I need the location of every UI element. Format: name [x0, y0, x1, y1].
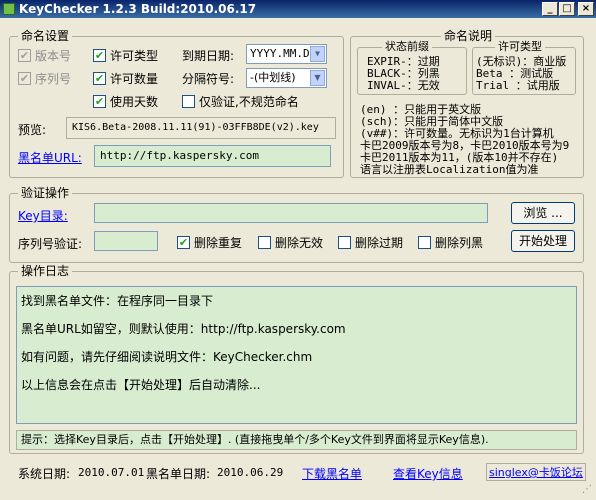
- expiry-format-value: YYYY.MM.DD: [250, 47, 317, 60]
- log-line: 黑名单URL如留空，则默认使用：http://ftp.kaspersky.com: [21, 322, 346, 336]
- help-note: 语言以注册表Localization值为准: [360, 163, 539, 176]
- key-dir-link[interactable]: Key目录:: [18, 207, 68, 224]
- license-type-trial: Trial ：试用版: [476, 79, 560, 92]
- expiry-label: 到期日期:: [182, 49, 235, 63]
- chevron-down-icon: ▼: [310, 70, 325, 86]
- separator-value: -(中划线): [250, 71, 296, 84]
- close-button[interactable]: ×: [578, 2, 594, 16]
- log-textarea[interactable]: 找到黑名单文件：在程序同一目录下 黑名单URL如留空，则默认使用：http://…: [16, 286, 577, 424]
- expiry-format-select[interactable]: YYYY.MM.DD ▼: [246, 44, 327, 64]
- blacklist-date-label: 黑名单日期:: [146, 467, 211, 481]
- version-checkbox[interactable]: ✔: [18, 49, 31, 62]
- minimize-button[interactable]: _: [542, 2, 558, 16]
- status-prefix-title: 状态前缀: [382, 40, 432, 54]
- preview-label: 预览:: [18, 123, 47, 137]
- serial-checkbox[interactable]: ✔: [18, 72, 31, 85]
- del-expired-label: 删除过期: [355, 236, 404, 250]
- blacklist-date-value: 2010.06.29: [217, 466, 284, 479]
- maximize-button[interactable]: □: [559, 2, 575, 16]
- key-dir-input[interactable]: [94, 203, 488, 223]
- serial-verify-input[interactable]: [94, 231, 158, 251]
- serial-label: 序列号: [35, 72, 72, 86]
- start-process-button[interactable]: 开始处理: [511, 230, 575, 252]
- del-invalid-checkbox[interactable]: [258, 236, 271, 249]
- license-type-title: 许可类型: [495, 40, 545, 54]
- del-expired-checkbox[interactable]: [338, 236, 351, 249]
- main-window: KeyChecker 1.2.3 Build:2010.06.17 _ □ × …: [0, 0, 596, 500]
- license-type-label: 许可类型: [110, 49, 159, 63]
- verify-only-label: 仅验证,不规范命名: [199, 95, 299, 109]
- browse-button[interactable]: 浏览 ...: [511, 202, 575, 224]
- preview-field: KIS6.Beta-2008.11.11(91)-03FFB8DE(v2).ke…: [66, 117, 336, 139]
- use-days-checkbox[interactable]: ✔: [93, 95, 106, 108]
- hint-bar: 提示：选择Key目录后，点击【开始处理】. (直接拖曳单个/多个Key文件到界面…: [16, 430, 577, 450]
- naming-settings-legend: 命名设置: [18, 29, 73, 43]
- title-bar[interactable]: KeyChecker 1.2.3 Build:2010.06.17 _ □ ×: [0, 0, 596, 18]
- del-black-label: 删除列黑: [435, 236, 484, 250]
- separator-label: 分隔符号:: [182, 72, 235, 86]
- system-date-label: 系统日期:: [18, 467, 71, 481]
- license-type-checkbox[interactable]: ✔: [93, 49, 106, 62]
- chevron-down-icon: ▼: [310, 46, 325, 62]
- del-black-checkbox[interactable]: [418, 236, 431, 249]
- resize-grip-icon[interactable]: ⋰: [582, 484, 592, 495]
- separator-select[interactable]: -(中划线) ▼: [246, 68, 327, 88]
- app-icon: [3, 3, 15, 15]
- verify-legend: 验证操作: [18, 186, 73, 200]
- log-line: 找到黑名单文件：在程序同一目录下: [21, 294, 214, 308]
- view-key-info-link[interactable]: 查看Key信息: [393, 465, 463, 482]
- log-line: 以上信息会在点击【开始处理】后自动清除...: [21, 378, 261, 392]
- del-invalid-label: 删除无效: [275, 236, 324, 250]
- download-blacklist-link[interactable]: 下载黑名单: [302, 465, 362, 482]
- log-line: 如有问题，请先仔细阅读说明文件：KeyChecker.chm: [21, 350, 313, 364]
- log-legend: 操作日志: [18, 264, 73, 278]
- naming-help-legend: 命名说明: [441, 29, 496, 43]
- license-count-label: 许可数量: [110, 72, 159, 86]
- license-count-checkbox[interactable]: ✔: [93, 72, 106, 85]
- del-dup-label: 删除重复: [194, 236, 243, 250]
- verify-only-checkbox[interactable]: [182, 95, 195, 108]
- forum-link[interactable]: singlex@卡饭论坛: [486, 463, 586, 481]
- window-title: KeyChecker 1.2.3 Build:2010.06.17: [19, 2, 257, 16]
- del-dup-checkbox[interactable]: ✔: [177, 236, 190, 249]
- serial-verify-label: 序列号验证:: [18, 237, 83, 251]
- version-label: 版本号: [35, 49, 72, 63]
- system-date-value: 2010.07.01: [78, 466, 145, 479]
- blacklist-url-link[interactable]: 黑名单URL:: [18, 149, 82, 166]
- status-prefix-inval: INVAL-：无效: [367, 79, 440, 92]
- blacklist-url-input[interactable]: http://ftp.kaspersky.com: [94, 145, 331, 167]
- use-days-label: 使用天数: [110, 95, 159, 109]
